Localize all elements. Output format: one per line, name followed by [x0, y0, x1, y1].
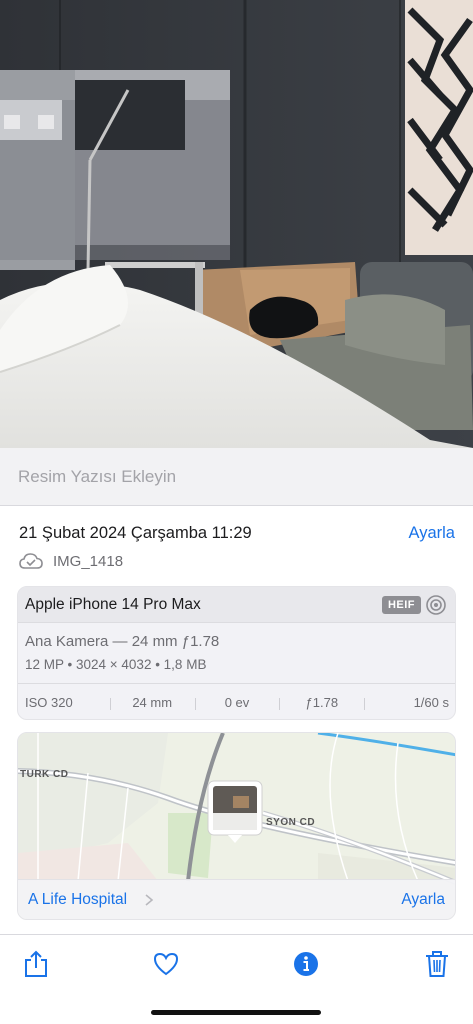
exif-row: ISO 320 24 mm 0 ev ƒ1.78 1/60 s: [18, 683, 455, 719]
lens-info: Ana Kamera — 24 mm ƒ1.78: [25, 633, 220, 650]
image-specs: 12 MP • 3024 × 4032 • 1,8 MB: [25, 657, 207, 672]
exif-focal-length: 24 mm: [109, 695, 195, 710]
caption-field[interactable]: Resim Yazısı Ekleyin: [0, 448, 473, 506]
adjust-location-button[interactable]: Ayarla: [401, 891, 445, 909]
exif-aperture: ƒ1.78: [279, 695, 364, 710]
file-name: IMG_1418: [53, 552, 124, 570]
map-footer: A Life Hospital Ayarla: [18, 879, 455, 919]
place-link[interactable]: A Life Hospital: [28, 891, 127, 909]
file-row: IMG_1418: [19, 550, 123, 572]
format-badge: HEIF: [381, 596, 421, 614]
caption-placeholder: Resim Yazısı Ekleyin: [18, 467, 177, 486]
heart-icon[interactable]: [152, 949, 180, 979]
exif-iso: ISO 320: [25, 695, 73, 710]
lens-icon: [426, 595, 446, 615]
adjust-date-button[interactable]: Ayarla: [409, 524, 455, 543]
exif-exposure-bias: 0 ev: [194, 695, 280, 710]
home-indicator[interactable]: [151, 1010, 321, 1015]
info-panel: 21 Şubat 2024 Çarşamba 11:29 Ayarla IMG_…: [0, 506, 473, 934]
trash-icon[interactable]: [423, 949, 451, 979]
room-photo: [0, 0, 473, 448]
exif-shutter-speed: 1/60 s: [364, 695, 455, 710]
location-map[interactable]: TURK CD SYON CD A Life Hospital Ayarla: [17, 732, 456, 920]
camera-card-header: Apple iPhone 14 Pro Max HEIF: [18, 587, 455, 623]
photo-view[interactable]: [0, 0, 473, 448]
street-label-syon: SYON CD: [266, 817, 316, 828]
photo-date: 21 Şubat 2024 Çarşamba 11:29: [19, 524, 252, 542]
info-icon[interactable]: [292, 949, 320, 979]
share-icon[interactable]: [22, 949, 50, 979]
camera-card: Apple iPhone 14 Pro Max HEIF Ana Kamera …: [17, 586, 456, 720]
street-label-turk: TURK CD: [20, 769, 69, 780]
device-name: Apple iPhone 14 Pro Max: [25, 596, 201, 613]
cloud-check-icon: [19, 553, 43, 569]
chevron-right-icon: [145, 894, 154, 906]
